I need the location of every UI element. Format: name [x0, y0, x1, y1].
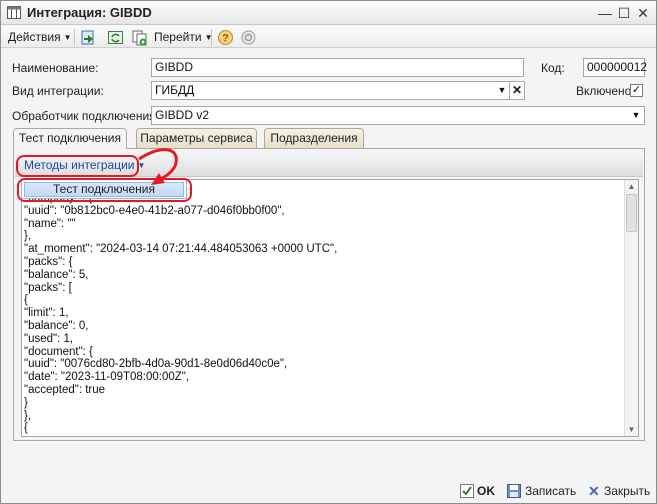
form-window: Интеграция: GIBDD — ☐ ✕ Действия ▼ Перейт…	[0, 0, 657, 504]
scroll-up-icon[interactable]: ▲	[625, 180, 638, 193]
toolbar: Действия ▼ Перейти ▼ ?	[1, 26, 656, 48]
response-line: "packs": {	[24, 255, 73, 268]
dropdown-arrow-icon[interactable]: ▼	[629, 107, 643, 124]
post-and-close-icon[interactable]	[80, 29, 97, 46]
tab-connection-test[interactable]: Тест подключения	[13, 128, 127, 149]
response-text: "company" : {"uuid": "0b812bc0-e4e0-41b2…	[24, 192, 622, 435]
response-line: "accepted": true	[24, 383, 106, 396]
save-icon	[507, 484, 521, 498]
name-label: Наименование:	[12, 61, 99, 75]
svg-text:?: ?	[222, 33, 229, 45]
response-line: "used": 1,	[24, 332, 74, 345]
goto-menu[interactable]: Перейти ▼	[154, 29, 212, 46]
caret-down-icon: ▼	[63, 33, 72, 42]
response-line: {	[24, 422, 28, 435]
enabled-checkbox[interactable]: ✓	[630, 84, 643, 97]
toolbar-separator	[74, 29, 75, 46]
response-line: "balance": 5,	[24, 268, 89, 281]
response-line: "date": "2023-11-09T08:00:00Z",	[24, 371, 190, 384]
response-line: "balance": 0,	[24, 319, 89, 332]
clear-icon[interactable]: ✕	[509, 81, 525, 100]
response-line: "name": ""	[24, 217, 76, 230]
vertical-scrollbar[interactable]: ▲ ▼	[624, 180, 638, 436]
handler-field[interactable]: GIBDD v2 ▼	[151, 106, 645, 125]
enabled-label: Включено	[576, 84, 632, 98]
response-line: "packs": [	[24, 281, 72, 294]
response-output[interactable]: "company" : {"uuid": "0b812bc0-e4e0-41b2…	[21, 179, 639, 437]
response-line: {	[24, 294, 28, 307]
catalog-icon	[7, 6, 21, 19]
minimize-button[interactable]: —	[597, 5, 613, 21]
response-line: "uuid": "0b812bc0-e4e0-41b2-a077-d046f0b…	[24, 204, 285, 217]
integration-type-value: ГИБДД	[155, 83, 195, 97]
save-label: Записать	[525, 484, 577, 498]
toolbar-separator	[211, 29, 212, 46]
name-field[interactable]: GIBDD	[151, 58, 524, 77]
dropdown-arrow-icon[interactable]: ▼	[495, 82, 509, 99]
response-line: "at_moment": "2024-03-14 07:21:44.484053…	[24, 243, 338, 256]
handler-value: GIBDD v2	[155, 108, 210, 122]
ok-button[interactable]: OK	[460, 482, 495, 500]
response-line: }	[24, 396, 28, 409]
response-line: "document": {	[24, 345, 93, 358]
ok-label: OK	[477, 484, 495, 498]
scroll-down-icon[interactable]: ▼	[625, 423, 638, 436]
check-icon	[460, 484, 474, 498]
response-line: "uuid": "0076cd80-2bfb-4d0a-90d1-8e0d06d…	[24, 358, 288, 371]
actions-menu-label: Действия	[8, 30, 61, 44]
response-line: "limit": 1,	[24, 307, 69, 320]
tab-departments[interactable]: Подразделения	[264, 128, 364, 148]
copy-icon[interactable]	[131, 29, 148, 46]
integration-type-label: Вид интеграции:	[12, 84, 104, 98]
close-button[interactable]: ✕ Закрыть	[588, 482, 650, 500]
title-bar: Интеграция: GIBDD — ☐ ✕	[1, 1, 656, 25]
maximize-button[interactable]: ☐	[616, 5, 632, 21]
response-line: },	[24, 230, 32, 243]
response-line: },	[24, 409, 32, 422]
save-button[interactable]: Записать	[507, 482, 576, 500]
help-icon[interactable]: ?	[217, 29, 234, 46]
close-icon: ✕	[588, 483, 600, 499]
goto-menu-label: Перейти	[154, 30, 202, 44]
settings-icon[interactable]	[240, 29, 257, 46]
handler-label: Обработчик подключения:	[12, 109, 159, 123]
window-title: Интеграция: GIBDD	[27, 5, 152, 20]
close-label: Закрыть	[604, 484, 651, 498]
actions-menu[interactable]: Действия ▼	[8, 29, 72, 46]
code-label: Код:	[541, 61, 565, 75]
close-window-button[interactable]: ✕	[635, 5, 651, 21]
integration-type-field[interactable]: ГИБДД ▼	[151, 81, 511, 100]
code-field[interactable]: 000000012	[583, 58, 647, 77]
scroll-thumb[interactable]	[626, 194, 637, 232]
annotation-arrow-icon	[138, 148, 178, 185]
refresh-icon[interactable]	[107, 29, 124, 46]
